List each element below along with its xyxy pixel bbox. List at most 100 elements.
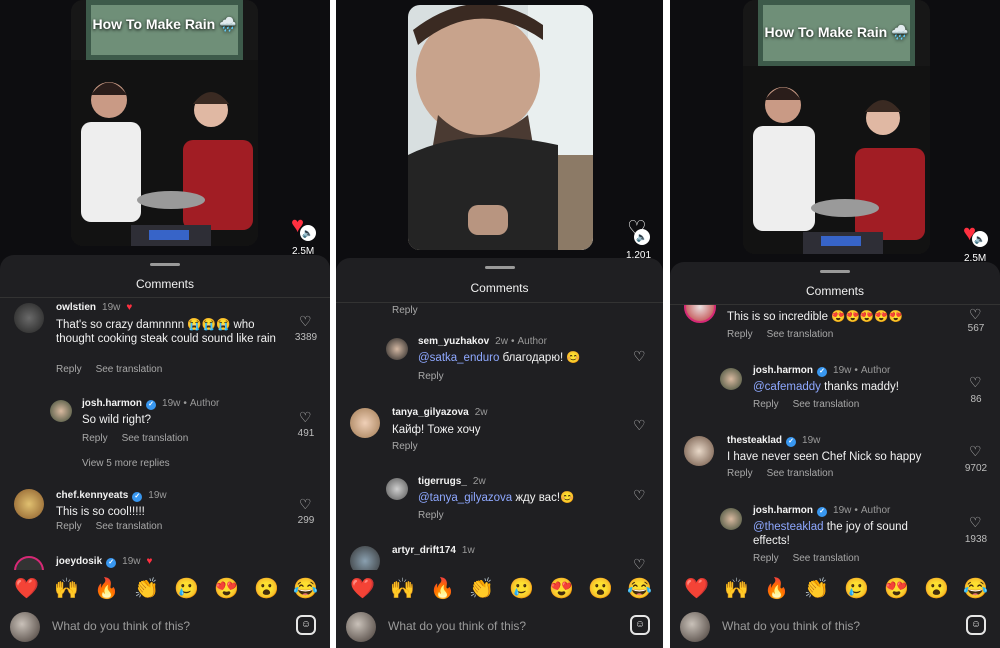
drag-handle[interactable]: [484, 266, 515, 269]
heart-outline-icon[interactable]: ♡: [633, 488, 646, 502]
reply-button[interactable]: Reply: [753, 553, 779, 564]
avatar[interactable]: [14, 556, 44, 570]
sticker-icon[interactable]: ☺: [966, 615, 986, 635]
comment-username[interactable]: joeydosik ✓ 19w ♥: [56, 556, 152, 568]
drag-handle[interactable]: [150, 263, 180, 266]
emoji-button[interactable]: 🔥: [764, 576, 789, 602]
emoji-button[interactable]: 😂: [293, 576, 318, 602]
avatar[interactable]: [684, 305, 716, 323]
emoji-button[interactable]: 😮: [588, 576, 613, 602]
emoji-button[interactable]: 🙌: [390, 576, 415, 602]
sticker-icon[interactable]: ☺: [630, 615, 650, 635]
emoji-button[interactable]: 😮: [924, 576, 949, 602]
heart-outline-icon[interactable]: ♡: [969, 375, 982, 389]
comment-username[interactable]: artyr_drift174 1w: [392, 545, 475, 556]
emoji-button[interactable]: 👏: [134, 576, 159, 602]
comment-input[interactable]: What do you think of this?: [388, 619, 526, 633]
emoji-button[interactable]: 😍: [214, 576, 239, 602]
heart-outline-icon[interactable]: ♡: [633, 349, 646, 363]
heart-outline-icon[interactable]: ♡: [969, 307, 982, 321]
heart-outline-icon[interactable]: ♡: [299, 314, 312, 328]
emoji-button[interactable]: ❤️: [14, 576, 39, 602]
comment-username[interactable]: sem_yuzhakov 2w • Author: [418, 336, 547, 347]
avatar[interactable]: [386, 338, 408, 360]
reply-button[interactable]: Reply: [82, 433, 108, 444]
emoji-button[interactable]: ❤️: [350, 576, 375, 602]
avatar[interactable]: [720, 368, 742, 390]
mention-link[interactable]: @cafemaddy: [753, 381, 821, 393]
reply-button[interactable]: Reply: [727, 468, 753, 479]
emoji-button[interactable]: 🙌: [54, 576, 79, 602]
emoji-button[interactable]: 😍: [549, 576, 574, 602]
mention-link[interactable]: @satka_enduro: [418, 352, 499, 364]
emoji-button[interactable]: 😍: [884, 576, 909, 602]
see-translation-button[interactable]: See translation: [96, 521, 163, 532]
reply-button[interactable]: Reply: [56, 521, 82, 532]
view-more-replies-button[interactable]: View 5 more replies: [82, 458, 170, 469]
comment-username[interactable]: josh.harmon ✓ 19w • Author: [753, 505, 890, 517]
avatar[interactable]: [14, 303, 44, 333]
speaker-icon[interactable]: 🔈: [972, 231, 988, 247]
emoji-button[interactable]: 👏: [804, 576, 829, 602]
emoji-button[interactable]: 🥲: [509, 576, 534, 602]
heart-outline-icon[interactable]: ♡: [633, 557, 646, 570]
emoji-button[interactable]: 🔥: [430, 576, 455, 602]
see-translation-button[interactable]: See translation: [122, 433, 189, 444]
video-player[interactable]: [408, 5, 593, 250]
heart-outline-icon[interactable]: ♡: [299, 497, 312, 511]
emoji-button[interactable]: 😂: [627, 576, 652, 602]
speaker-icon[interactable]: 🔈: [300, 225, 316, 241]
reply-button[interactable]: Reply: [727, 329, 753, 340]
mention-link[interactable]: @tanya_gilyazova: [418, 492, 512, 504]
mention-link[interactable]: @thesteaklad: [753, 521, 824, 533]
emoji-button[interactable]: 🥲: [174, 576, 199, 602]
see-translation-button[interactable]: See translation: [96, 364, 163, 375]
see-translation-button[interactable]: See translation: [767, 329, 834, 340]
avatar[interactable]: [14, 489, 44, 519]
see-translation-button[interactable]: See translation: [793, 553, 860, 564]
emoji-button[interactable]: 😂: [963, 576, 988, 602]
comment-input[interactable]: What do you think of this?: [52, 619, 190, 633]
avatar[interactable]: [720, 508, 742, 530]
see-translation-button[interactable]: See translation: [767, 468, 834, 479]
comment-username[interactable]: thesteaklad ✓ 19w: [727, 435, 820, 447]
emoji-button[interactable]: 👏: [469, 576, 494, 602]
comment-list[interactable]: Reply sem_yuzhakov 2w • Author @satka_endur…: [336, 303, 663, 570]
comment-username[interactable]: josh.harmon ✓ 19w • Author: [753, 365, 890, 377]
avatar[interactable]: [50, 400, 72, 422]
comment-username[interactable]: chef.kennyeats ✓ 19w: [56, 490, 167, 502]
heart-outline-icon[interactable]: ♡: [969, 444, 982, 458]
see-translation-button[interactable]: See translation: [793, 399, 860, 410]
heart-outline-icon[interactable]: ♡: [969, 515, 982, 529]
avatar[interactable]: [684, 436, 714, 466]
comment-list[interactable]: owlstien 19w ♥ That's so crazy damnnnn 😭😭😭…: [0, 298, 330, 570]
heart-outline-icon[interactable]: ♡: [633, 418, 646, 432]
emoji-button[interactable]: 🙌: [724, 576, 749, 602]
reply-button[interactable]: Reply: [56, 364, 82, 375]
emoji-button[interactable]: 🥲: [844, 576, 869, 602]
reply-button[interactable]: Reply: [392, 305, 418, 316]
emoji-button[interactable]: ❤️: [684, 576, 709, 602]
username-text: chef.kennyeats: [56, 490, 129, 501]
reply-button[interactable]: Reply: [418, 510, 444, 521]
avatar[interactable]: [350, 546, 380, 570]
comment-input[interactable]: What do you think of this?: [722, 619, 860, 633]
comment-list[interactable]: This is so incredible 😍😍😍😍😍 Reply See tra…: [670, 305, 1000, 570]
reply-button[interactable]: Reply: [418, 371, 444, 382]
emoji-button[interactable]: 🔥: [94, 576, 119, 602]
drag-handle[interactable]: [820, 270, 850, 273]
reply-button[interactable]: Reply: [753, 399, 779, 410]
video-player[interactable]: How To Make Rain 🌧️: [71, 0, 258, 246]
emoji-button[interactable]: 😮: [254, 576, 279, 602]
sticker-icon[interactable]: ☺: [296, 615, 316, 635]
avatar[interactable]: [350, 408, 380, 438]
reply-button[interactable]: Reply: [392, 441, 418, 452]
video-player[interactable]: How To Make Rain 🌧️: [743, 0, 930, 254]
comment-username[interactable]: tigerrugs_ 2w: [418, 476, 486, 487]
comment-username[interactable]: owlstien 19w ♥: [56, 302, 132, 313]
speaker-icon[interactable]: 🔈: [634, 229, 650, 245]
comment-username[interactable]: josh.harmon ✓ 19w • Author: [82, 398, 219, 410]
comment-username[interactable]: tanya_gilyazova 2w: [392, 407, 488, 418]
avatar[interactable]: [386, 478, 408, 500]
heart-outline-icon[interactable]: ♡: [299, 410, 312, 424]
